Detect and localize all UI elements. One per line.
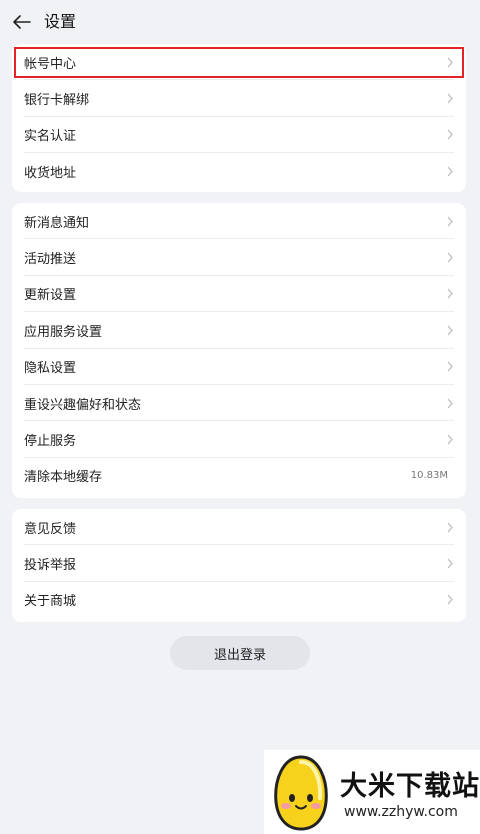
settings-item-label: 活动推送	[24, 252, 77, 268]
settings-item-label: 意见反馈	[24, 521, 77, 537]
settings-item-label: 收货地址	[24, 165, 77, 181]
account-settings-group: 帐号中心 银行卡解绑 实名认证 收货地址	[12, 44, 466, 192]
settings-item-feedback[interactable]: 意见反馈	[12, 509, 466, 546]
chevron-right-icon	[446, 324, 454, 336]
header: 设置	[0, 0, 480, 44]
settings-item-clear-cache[interactable]: 清除本地缓存 10.83M	[12, 458, 466, 494]
settings-item-reset-interests[interactable]: 重设兴趣偏好和状态	[12, 385, 466, 422]
settings-item-update[interactable]: 更新设置	[12, 276, 466, 313]
settings-item-app-service[interactable]: 应用服务设置	[12, 312, 466, 349]
settings-item-label: 应用服务设置	[24, 324, 103, 340]
settings-item-label: 清除本地缓存	[24, 470, 103, 486]
settings-item-promotions[interactable]: 活动推送	[12, 239, 466, 277]
chevron-right-icon	[446, 252, 454, 264]
chevron-right-icon	[446, 215, 454, 227]
app-settings-group: 新消息通知 活动推送 更新设置 应用服务设置 隐私设置 重设兴趣偏好和状态 停止…	[12, 203, 466, 498]
settings-item-label: 关于商城	[24, 594, 77, 610]
settings-item-notifications[interactable]: 新消息通知	[12, 203, 466, 240]
support-group: 意见反馈 投诉举报 关于商城	[12, 509, 466, 622]
watermark: 大米下载站 www.zzhyw.com	[264, 750, 480, 834]
settings-item-label: 重设兴趣偏好和状态	[24, 397, 142, 413]
logout-button[interactable]: 退出登录	[170, 636, 310, 670]
chevron-right-icon	[446, 93, 454, 105]
chevron-right-icon	[446, 521, 454, 533]
settings-item-about[interactable]: 关于商城	[12, 582, 466, 618]
chevron-right-icon	[446, 288, 454, 300]
settings-item-label: 新消息通知	[24, 215, 90, 231]
settings-item-account-center[interactable]: 帐号中心	[12, 44, 466, 81]
settings-item-real-name[interactable]: 实名认证	[12, 117, 466, 154]
watermark-title: 大米下载站	[340, 771, 480, 802]
rice-mascot-logo	[274, 755, 328, 831]
chevron-right-icon	[446, 129, 454, 141]
settings-item-stop-service[interactable]: 停止服务	[12, 421, 466, 459]
chevron-right-icon	[446, 558, 454, 570]
chevron-right-icon	[446, 434, 454, 446]
cache-size-value: 10.83M	[410, 470, 448, 482]
settings-item-shipping-address[interactable]: 收货地址	[12, 153, 466, 189]
settings-item-label: 停止服务	[24, 434, 77, 450]
settings-item-label: 投诉举报	[24, 558, 77, 574]
arrow-left-icon	[13, 15, 31, 29]
settings-item-label: 实名认证	[24, 129, 77, 145]
settings-item-label: 银行卡解绑	[24, 93, 90, 109]
chevron-right-icon	[446, 56, 454, 68]
back-button[interactable]	[8, 8, 36, 36]
settings-item-bank-card-unbind[interactable]: 银行卡解绑	[12, 80, 466, 118]
watermark-url: www.zzhyw.com	[344, 804, 458, 820]
page-title: 设置	[44, 12, 77, 31]
chevron-right-icon	[446, 165, 454, 177]
settings-item-label: 更新设置	[24, 288, 77, 304]
settings-item-privacy[interactable]: 隐私设置	[12, 349, 466, 386]
chevron-right-icon	[446, 594, 454, 606]
settings-item-label: 帐号中心	[24, 56, 77, 72]
settings-item-label: 隐私设置	[24, 361, 77, 377]
chevron-right-icon	[446, 361, 454, 373]
chevron-right-icon	[446, 397, 454, 409]
settings-item-complaint[interactable]: 投诉举报	[12, 545, 466, 583]
